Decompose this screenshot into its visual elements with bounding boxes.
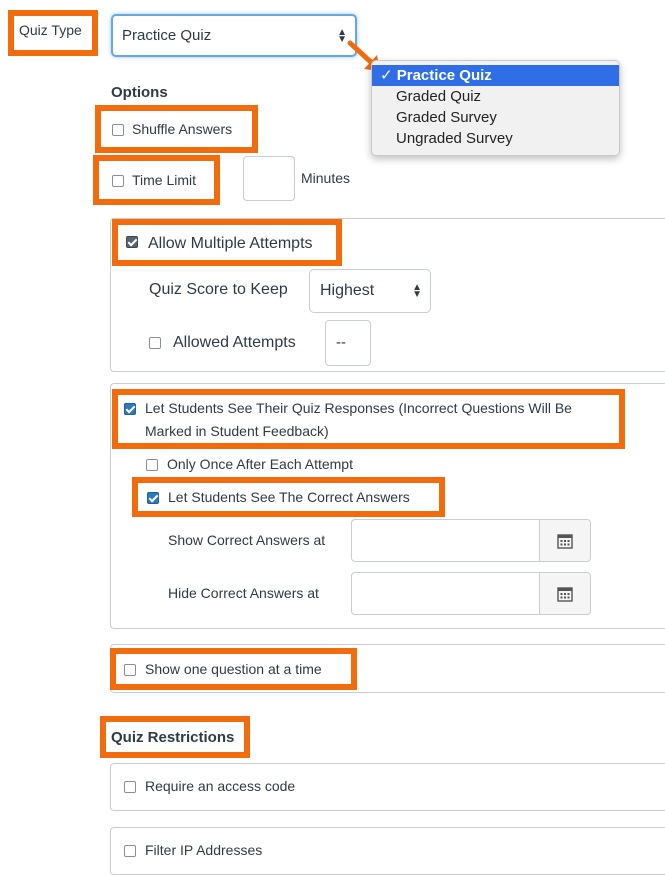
access-code-checkbox[interactable]	[124, 781, 136, 793]
minutes-label: Minutes	[301, 170, 351, 186]
see-responses-checkbox[interactable]	[124, 403, 136, 415]
see-responses-label-line1: Let Students See Their Quiz Responses (I…	[145, 400, 572, 416]
show-correct-answers-at-input[interactable]	[351, 519, 591, 562]
allowed-attempts-input[interactable]: --	[325, 320, 371, 366]
quiz-score-to-keep-select[interactable]: Highest ▲ ▼	[309, 269, 431, 313]
options-heading: Options	[111, 84, 168, 101]
see-correct-answers-label: Let Students See The Correct Answers	[168, 489, 410, 505]
calendar-button[interactable]	[539, 520, 590, 561]
updown-arrows-icon: ▲ ▼	[412, 282, 422, 300]
see-responses-highlight	[112, 389, 625, 449]
quiz-type-selected-value: Practice Quiz	[122, 27, 212, 44]
access-code-label: Require an access code	[145, 778, 296, 794]
one-question-checkbox[interactable]	[124, 664, 136, 676]
allow-multiple-attempts-checkbox[interactable]	[126, 236, 138, 248]
hide-correct-answers-at-input[interactable]	[351, 572, 591, 615]
calendar-icon	[557, 534, 573, 549]
filter-ip-label: Filter IP Addresses	[145, 842, 263, 858]
hide-correct-answers-at-label: Hide Correct Answers at	[168, 585, 319, 601]
time-limit-checkbox[interactable]	[112, 175, 124, 187]
allowed-attempts-label: Allowed Attempts	[173, 334, 296, 351]
time-limit-label: Time Limit	[132, 172, 197, 188]
dropdown-option-practice-quiz[interactable]: ✓ Practice Quiz	[372, 65, 619, 86]
quiz-score-to-keep-label: Quiz Score to Keep	[149, 281, 288, 298]
shuffle-answers-checkbox[interactable]	[112, 124, 124, 136]
see-responses-label-line2: Marked in Student Feedback)	[145, 423, 329, 439]
dropdown-option-graded-quiz[interactable]: Graded Quiz	[372, 86, 619, 107]
allowed-attempts-checkbox[interactable]	[149, 337, 161, 349]
quiz-type-select[interactable]: Practice Quiz ▲ ▼	[111, 14, 357, 57]
allowed-attempts-value: --	[336, 334, 346, 351]
calendar-button[interactable]	[539, 573, 590, 614]
time-limit-minutes-input[interactable]	[243, 156, 295, 201]
show-correct-answers-at-label: Show Correct Answers at	[168, 532, 326, 548]
calendar-icon	[557, 587, 573, 602]
quiz-score-to-keep-value: Highest	[320, 282, 375, 299]
check-icon: ✓	[380, 67, 393, 84]
quiz-type-label: Quiz Type	[19, 22, 82, 38]
only-once-checkbox[interactable]	[146, 459, 158, 471]
allow-multiple-attempts-label: Allow Multiple Attempts	[148, 235, 313, 252]
filter-ip-checkbox[interactable]	[124, 845, 136, 857]
quiz-restrictions-heading: Quiz Restrictions	[111, 729, 235, 746]
quiz-type-dropdown[interactable]: ✓ Practice Quiz Graded Quiz Graded Surve…	[371, 60, 620, 156]
one-question-label: Show one question at a time	[145, 661, 322, 677]
shuffle-answers-label: Shuffle Answers	[132, 121, 233, 137]
dropdown-option-graded-survey[interactable]: Graded Survey	[372, 107, 619, 128]
dropdown-option-ungraded-survey[interactable]: Ungraded Survey	[372, 128, 619, 149]
see-correct-answers-checkbox[interactable]	[147, 492, 159, 504]
only-once-label: Only Once After Each Attempt	[167, 456, 353, 472]
